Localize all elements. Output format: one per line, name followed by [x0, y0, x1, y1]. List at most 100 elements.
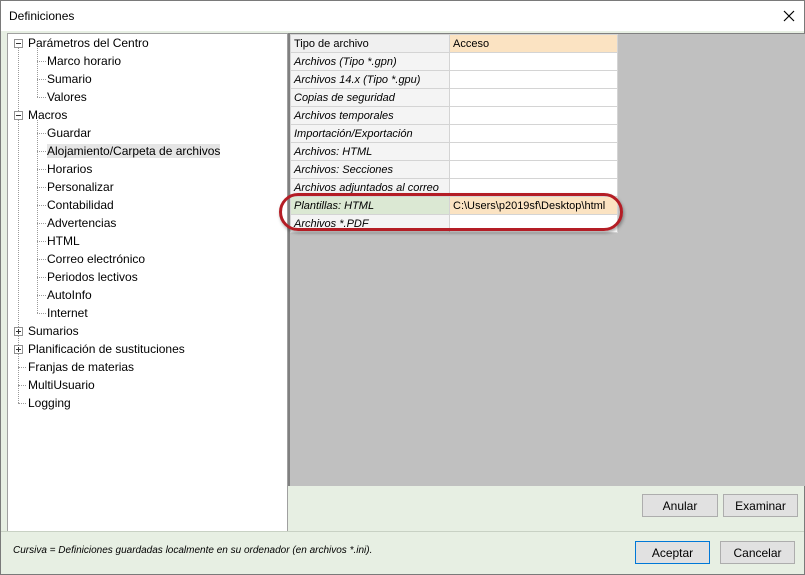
definitions-dialog: Definiciones Parámetros del Centro Marco … — [0, 0, 805, 575]
tree-connector — [37, 151, 46, 152]
grid-row[interactable]: Archivos: Secciones — [290, 160, 618, 179]
tree-item[interactable]: Sumarios — [28, 322, 79, 340]
tree-item[interactable]: Periodos lectivos — [47, 268, 138, 286]
tree-connector — [18, 403, 26, 404]
column-header-type[interactable]: Tipo de archivo — [290, 34, 450, 53]
tree-item[interactable]: Parámetros del Centro — [28, 34, 149, 52]
access-path-cell[interactable] — [449, 160, 618, 179]
tree-item-label: Correo electrónico — [47, 252, 146, 266]
tree-item[interactable]: Macros — [28, 106, 67, 124]
tree-child-connector — [37, 120, 38, 313]
access-path-cell[interactable] — [449, 88, 618, 107]
tree-connector — [37, 241, 46, 242]
file-type-cell[interactable]: Archivos temporales — [290, 106, 450, 125]
tree-item[interactable]: Franjas de materias — [28, 358, 134, 376]
tree-item-label: Alojamiento/Carpeta de archivos — [47, 144, 221, 158]
tree-item[interactable]: HTML — [47, 232, 80, 250]
tree-item-label: Valores — [47, 90, 87, 104]
access-path-cell[interactable] — [449, 214, 618, 233]
tree-item[interactable]: AutoInfo — [47, 286, 92, 304]
grid-row[interactable]: Archivos *.PDF — [290, 214, 618, 233]
tree-item-label: Parámetros del Centro — [28, 36, 149, 50]
file-type-cell[interactable]: Archivos: Secciones — [290, 160, 450, 179]
grid-row[interactable]: Archivos adjuntados al correo — [290, 178, 618, 197]
grid-row[interactable]: Archivos 14.x (Tipo *.gpu) — [290, 70, 618, 89]
column-header-access[interactable]: Acceso — [449, 34, 618, 53]
tree-item-label: Guardar — [47, 126, 92, 140]
tree-connector — [37, 187, 46, 188]
collapse-icon[interactable] — [14, 111, 23, 120]
tree-connector — [37, 223, 46, 224]
cancel-edit-button[interactable]: Anular — [642, 494, 718, 517]
expand-icon[interactable] — [14, 345, 23, 354]
window-title: Definiciones — [9, 9, 75, 23]
tree-item-label: AutoInfo — [47, 288, 92, 302]
tree-item-label: Sumarios — [28, 324, 79, 338]
tree-item-label: Sumario — [47, 72, 92, 86]
expand-icon[interactable] — [14, 327, 23, 336]
file-type-cell[interactable]: Archivos (Tipo *.gpn) — [290, 52, 450, 71]
tree-connector — [37, 205, 46, 206]
tree-item[interactable]: Planificación de sustituciones — [28, 340, 185, 358]
access-path-cell[interactable] — [449, 70, 618, 89]
tree-item[interactable]: Logging — [28, 394, 71, 412]
tree-item[interactable]: Sumario — [47, 70, 92, 88]
tree-item-label: HTML — [47, 234, 80, 248]
tree-item[interactable]: Internet — [47, 304, 88, 322]
file-type-cell[interactable]: Importación/Exportación — [290, 124, 450, 143]
tree-item[interactable]: MultiUsuario — [28, 376, 95, 394]
file-type-cell[interactable]: Archivos 14.x (Tipo *.gpu) — [290, 70, 450, 89]
grid-row[interactable]: Importación/Exportación — [290, 124, 618, 143]
tree-item[interactable]: Personalizar — [47, 178, 114, 196]
tree-item[interactable]: Marco horario — [47, 52, 121, 70]
close-button[interactable] — [774, 1, 804, 31]
tree-connector — [37, 133, 46, 134]
tree-item[interactable]: Horarios — [47, 160, 92, 178]
tree-item[interactable]: Guardar — [47, 124, 91, 142]
grid-row[interactable]: Archivos: HTML — [290, 142, 618, 161]
file-location-table: Tipo de archivo Acceso Archivos (Tipo *.… — [290, 34, 618, 233]
tree-item[interactable]: Contabilidad — [47, 196, 114, 214]
grid-row[interactable]: Archivos (Tipo *.gpn) — [290, 52, 618, 71]
grid-row[interactable]: Copias de seguridad — [290, 88, 618, 107]
tree-connector — [37, 61, 46, 62]
tree-item-label: Macros — [28, 108, 68, 122]
file-type-cell[interactable]: Plantillas: HTML — [290, 196, 450, 215]
file-type-cell[interactable]: Archivos *.PDF — [290, 214, 450, 233]
access-path-cell[interactable] — [449, 124, 618, 143]
file-type-cell[interactable]: Archivos: HTML — [290, 142, 450, 161]
access-path-cell[interactable] — [449, 178, 618, 197]
tree-connector — [18, 385, 26, 386]
tree-connector — [37, 295, 46, 296]
access-path-cell[interactable] — [449, 52, 618, 71]
collapse-icon[interactable] — [14, 39, 23, 48]
grid-header-row: Tipo de archivo Acceso — [290, 34, 618, 53]
tree-item-label: Logging — [28, 396, 71, 410]
tree-connector — [37, 97, 46, 98]
tree-item-label: Advertencias — [47, 216, 117, 230]
tree-item-label: Internet — [47, 306, 88, 320]
footer-divider — [1, 531, 804, 532]
tree-item[interactable]: Valores — [47, 88, 87, 106]
browse-button[interactable]: Examinar — [723, 494, 798, 517]
settings-tree[interactable]: Parámetros del Centro Marco horario Sumari… — [7, 33, 288, 532]
accept-button[interactable]: Aceptar — [635, 541, 710, 564]
file-type-cell[interactable]: Copias de seguridad — [290, 88, 450, 107]
access-path-cell[interactable]: C:\Users\p2019sf\Desktop\html — [449, 196, 618, 215]
tree-item-label: MultiUsuario — [28, 378, 95, 392]
tree-connector — [37, 277, 46, 278]
cancel-button[interactable]: Cancelar — [720, 541, 795, 564]
tree-item[interactable]: Alojamiento/Carpeta de archivos — [47, 142, 221, 160]
footer-note: Cursiva = Definiciones guardadas localme… — [13, 545, 373, 556]
tree-item[interactable]: Correo electrónico — [47, 250, 145, 268]
tree-item[interactable]: Advertencias — [47, 214, 116, 232]
access-path-cell[interactable] — [449, 142, 618, 161]
access-path-cell[interactable] — [449, 106, 618, 125]
file-type-cell[interactable]: Archivos adjuntados al correo — [290, 178, 450, 197]
tree-item-label: Personalizar — [47, 180, 114, 194]
grid-row[interactable]: Plantillas: HTML C:\Users\p2019sf\Desktop… — [290, 196, 618, 215]
tree-connector — [37, 79, 46, 80]
grid-row[interactable]: Archivos temporales — [290, 106, 618, 125]
tree-item-label: Contabilidad — [47, 198, 114, 212]
tree-item-label: Franjas de materias — [28, 360, 135, 374]
